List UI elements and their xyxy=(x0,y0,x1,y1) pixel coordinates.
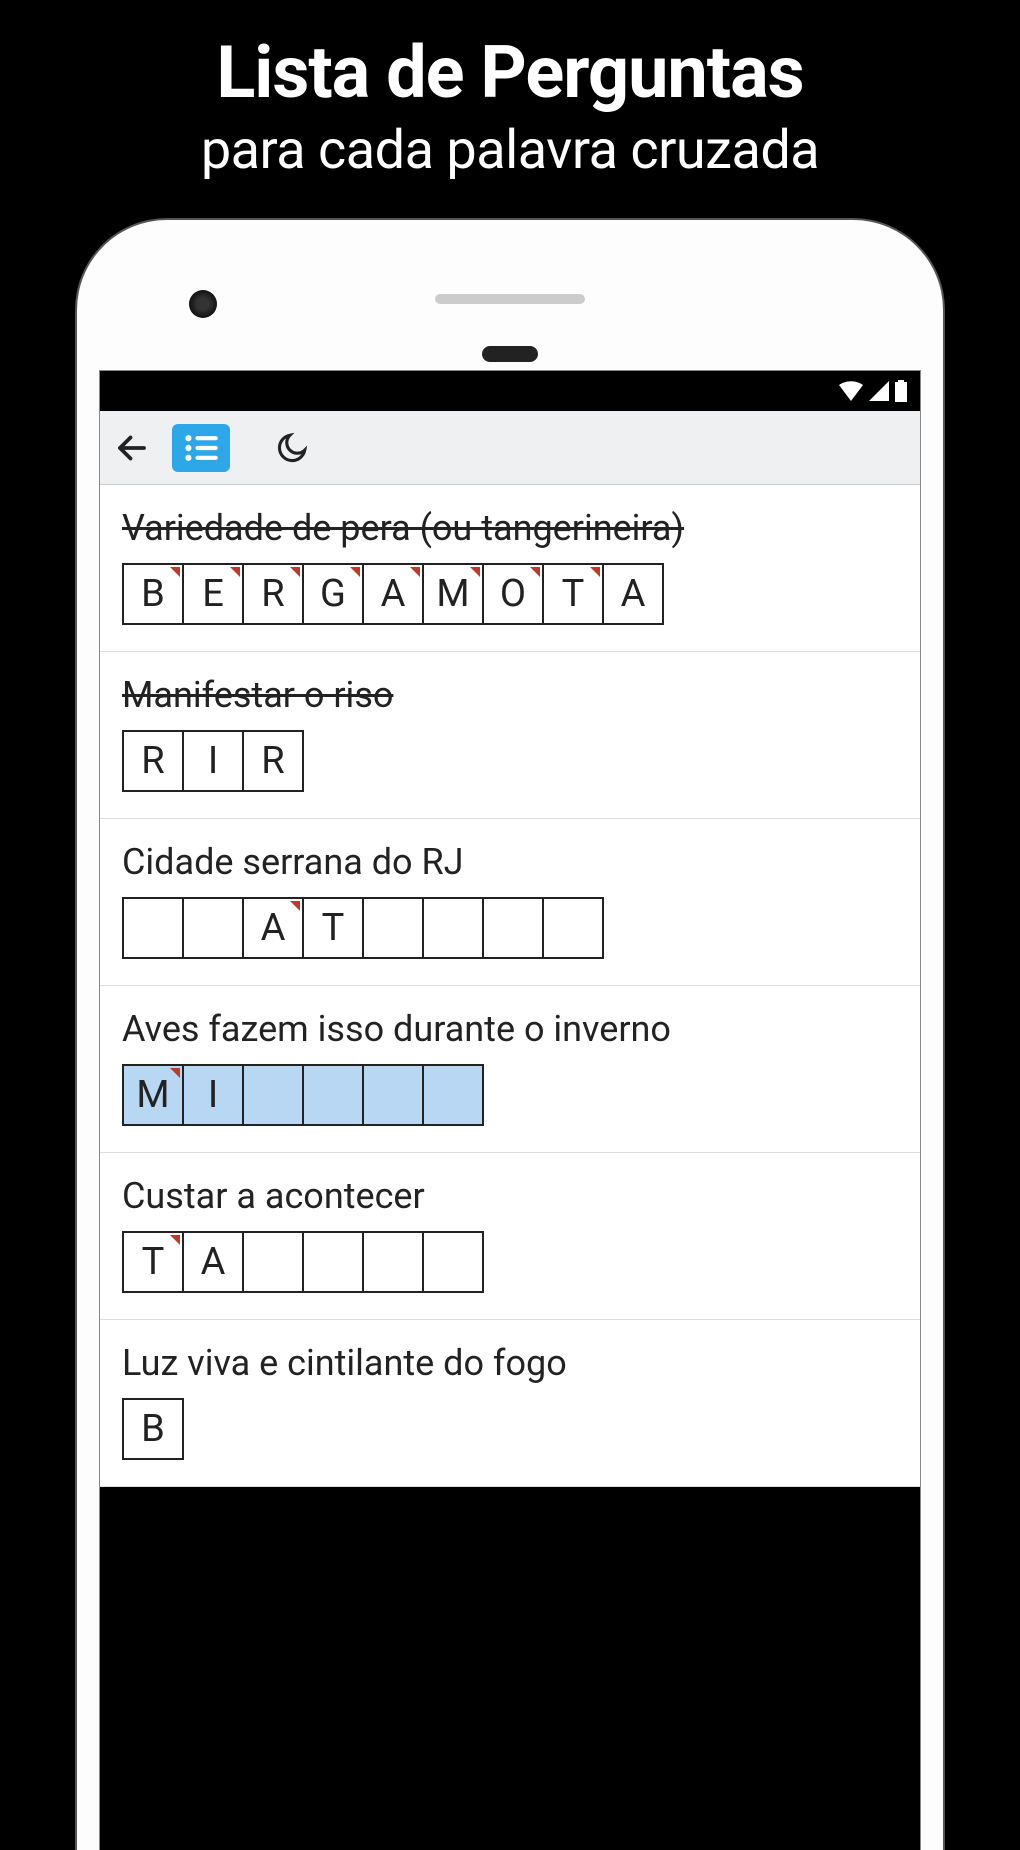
app-toolbar xyxy=(100,411,920,485)
letter-cell[interactable]: I xyxy=(182,1064,244,1126)
phone-screen: Variedade de pera (ou tangerineira)BERGA… xyxy=(99,370,921,1850)
cell-tick-icon xyxy=(350,567,360,577)
cell-tick-icon xyxy=(410,567,420,577)
cell-tick-icon xyxy=(170,567,180,577)
sensor-pill xyxy=(482,346,538,362)
clue-cells: B xyxy=(122,1398,898,1460)
clue-text: Luz viva e cintilante do fogo xyxy=(122,1342,898,1384)
cell-tick-icon xyxy=(290,567,300,577)
letter-cell[interactable] xyxy=(122,897,184,959)
back-button[interactable] xyxy=(110,426,154,470)
letter-cell[interactable]: A xyxy=(362,563,424,625)
signal-icon xyxy=(868,381,890,401)
clue-text: Manifestar o riso xyxy=(122,674,898,716)
clue-cells: BERGAMOTA xyxy=(122,563,898,625)
cell-tick-icon xyxy=(170,1068,180,1078)
letter-cell[interactable]: O xyxy=(482,563,544,625)
clue-list[interactable]: Variedade de pera (ou tangerineira)BERGA… xyxy=(100,485,920,1487)
list-view-button[interactable] xyxy=(172,424,230,472)
phone-frame: Variedade de pera (ou tangerineira)BERGA… xyxy=(77,220,943,1850)
letter-cell[interactable]: M xyxy=(122,1064,184,1126)
letter-cell[interactable]: A xyxy=(242,897,304,959)
letter-cell[interactable]: E xyxy=(182,563,244,625)
letter-cell[interactable]: T xyxy=(302,897,364,959)
cell-tick-icon xyxy=(470,567,480,577)
list-icon xyxy=(184,434,218,462)
back-arrow-icon xyxy=(114,430,150,466)
speaker-grille xyxy=(435,294,585,304)
letter-cell[interactable]: B xyxy=(122,1398,184,1460)
letter-cell[interactable] xyxy=(362,1231,424,1293)
moon-icon xyxy=(275,431,309,465)
letter-cell[interactable]: R xyxy=(242,563,304,625)
cell-tick-icon xyxy=(170,1235,180,1245)
clue-text: Cidade serrana do RJ xyxy=(122,841,898,883)
promo-subtitle: para cada palavra cruzada xyxy=(0,119,1020,182)
clue-cells: AT xyxy=(122,897,898,959)
clue-item[interactable]: Custar a acontecer TA xyxy=(100,1153,920,1320)
promo-title: Lista de Perguntas xyxy=(0,0,1020,115)
letter-cell[interactable] xyxy=(182,897,244,959)
letter-cell[interactable]: M xyxy=(422,563,484,625)
letter-cell[interactable] xyxy=(362,1064,424,1126)
letter-cell[interactable]: A xyxy=(182,1231,244,1293)
letter-cell[interactable]: R xyxy=(122,730,184,792)
letter-cell[interactable] xyxy=(302,1231,364,1293)
android-status-bar xyxy=(100,371,920,411)
clue-text: Variedade de pera (ou tangerineira) xyxy=(122,507,898,549)
clue-cells: MI xyxy=(122,1064,898,1126)
clue-cells: RIR xyxy=(122,730,898,792)
cell-tick-icon xyxy=(530,567,540,577)
letter-cell[interactable] xyxy=(242,1231,304,1293)
letter-cell[interactable]: G xyxy=(302,563,364,625)
letter-cell[interactable]: I xyxy=(182,730,244,792)
letter-cell[interactable]: A xyxy=(602,563,664,625)
night-mode-button[interactable] xyxy=(270,426,314,470)
clue-item[interactable]: Aves fazem isso durante o inverno MI xyxy=(100,986,920,1153)
letter-cell[interactable] xyxy=(362,897,424,959)
letter-cell[interactable] xyxy=(422,897,484,959)
letter-cell[interactable]: B xyxy=(122,563,184,625)
clue-text: Aves fazem isso durante o inverno xyxy=(122,1008,898,1050)
battery-icon xyxy=(894,380,908,402)
clue-item[interactable]: Manifestar o riso RIR xyxy=(100,652,920,819)
phone-hardware-top xyxy=(99,250,921,370)
letter-cell[interactable] xyxy=(422,1064,484,1126)
letter-cell[interactable] xyxy=(242,1064,304,1126)
letter-cell[interactable]: T xyxy=(542,563,604,625)
clue-cells: TA xyxy=(122,1231,898,1293)
clue-item[interactable]: Cidade serrana do RJ AT xyxy=(100,819,920,986)
clue-item[interactable]: Luz viva e cintilante do fogo B xyxy=(100,1320,920,1487)
letter-cell[interactable]: T xyxy=(122,1231,184,1293)
clue-text: Custar a acontecer xyxy=(122,1175,898,1217)
letter-cell[interactable] xyxy=(482,897,544,959)
cell-tick-icon xyxy=(290,901,300,911)
letter-cell[interactable] xyxy=(542,897,604,959)
clue-item[interactable]: Variedade de pera (ou tangerineira)BERGA… xyxy=(100,485,920,652)
cell-tick-icon xyxy=(590,567,600,577)
letter-cell[interactable] xyxy=(422,1231,484,1293)
letter-cell[interactable]: R xyxy=(242,730,304,792)
cell-tick-icon xyxy=(230,567,240,577)
camera-dot xyxy=(189,290,217,318)
wifi-icon xyxy=(838,381,864,401)
letter-cell[interactable] xyxy=(302,1064,364,1126)
